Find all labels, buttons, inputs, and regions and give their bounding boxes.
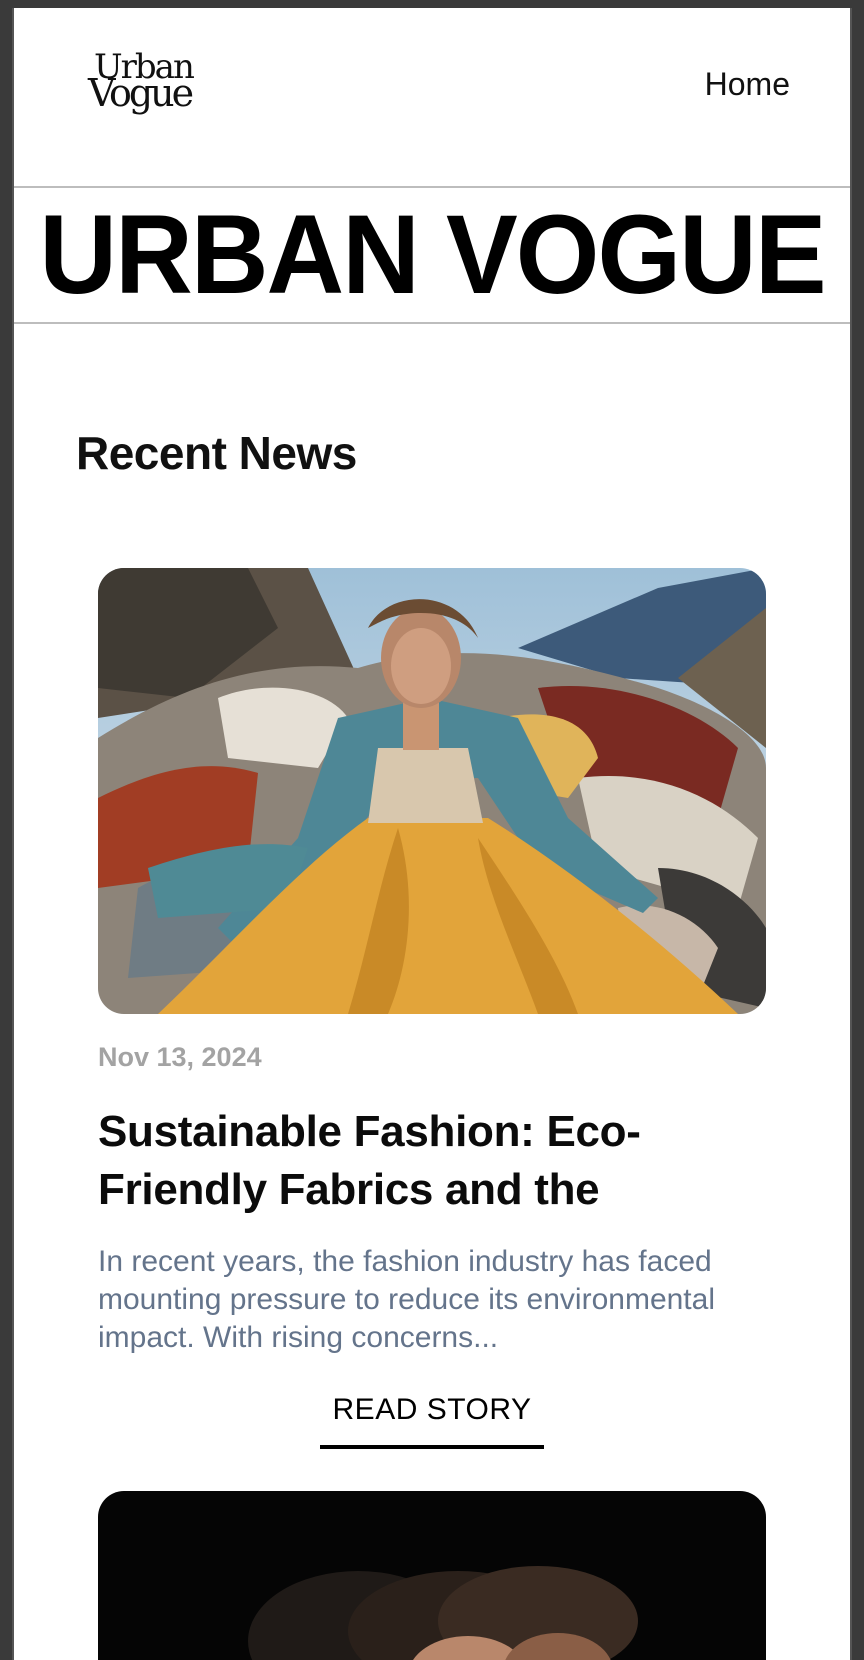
read-story-link[interactable]: READ STORY [320, 1393, 544, 1449]
article-card [98, 1491, 766, 1660]
article-image[interactable] [98, 1491, 766, 1660]
article-title[interactable]: Sustainable Fashion: Eco-Friendly Fabric… [98, 1103, 766, 1219]
article-excerpt: In recent years, the fashion industry ha… [98, 1245, 715, 1354]
article-card: Nov 13, 2024 Sustainable Fashion: Eco-Fr… [98, 568, 766, 1449]
nav-home-link[interactable]: Home [705, 66, 790, 103]
section-title: Recent News [76, 427, 357, 479]
masthead-title: URBAN VOGUE [39, 192, 826, 317]
article-image[interactable] [98, 568, 766, 1014]
site-logo[interactable]: Urban Vogue [88, 46, 208, 120]
site-header: Urban Vogue Home [14, 8, 850, 188]
article-date: Nov 13, 2024 [98, 1042, 262, 1072]
masthead: URBAN VOGUE [14, 188, 850, 324]
logo-line-2: Vogue [88, 71, 194, 115]
page-frame: Urban Vogue Home URBAN VOGUE Recent News [12, 8, 852, 1660]
